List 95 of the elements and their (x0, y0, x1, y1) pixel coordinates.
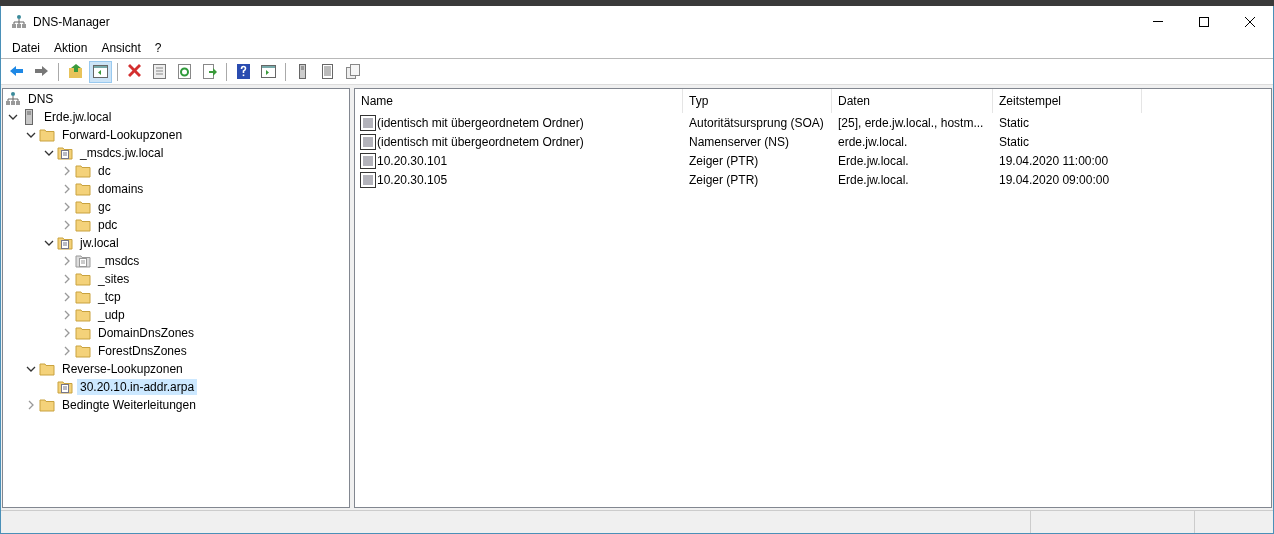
column-header[interactable]: Zeitstempel (993, 89, 1142, 113)
table-cell: Zeiger (PTR) (689, 172, 759, 187)
collapsed-chevron-icon[interactable] (62, 220, 72, 230)
properties-icon (151, 63, 168, 80)
table-cell: 19.04.2020 11:00:00 (999, 153, 1109, 168)
table-cell: Erde.jw.local. (838, 153, 909, 168)
folder-icon (75, 343, 91, 359)
table-cell: erde.jw.local. (838, 134, 908, 149)
tree-item[interactable]: Forward-Lookupzonen (59, 127, 186, 143)
copy-icon (344, 63, 361, 80)
collapsed-chevron-icon[interactable] (62, 166, 72, 176)
folder-icon (75, 199, 91, 215)
expanded-chevron-icon[interactable] (26, 364, 36, 374)
collapsed-chevron-icon[interactable] (62, 184, 72, 194)
tree-item[interactable]: Erde.jw.local (41, 109, 115, 125)
collapsed-chevron-icon[interactable] (62, 202, 72, 212)
table-cell: Static (999, 134, 1029, 149)
refresh-icon (176, 63, 193, 80)
collapsed-chevron-icon[interactable] (26, 400, 36, 410)
tree-item[interactable]: dc (95, 163, 114, 179)
menu-item[interactable]: Datei (5, 40, 47, 55)
menu-item[interactable]: Aktion (47, 40, 95, 55)
table-cell: Erde.jw.local. (838, 172, 909, 187)
column-header[interactable]: Daten (832, 89, 993, 113)
collapsed-chevron-icon[interactable] (62, 274, 72, 284)
zone-icon (75, 253, 91, 269)
table-cell: 10.20.30.101 (377, 153, 448, 168)
expanded-chevron-icon[interactable] (26, 130, 36, 140)
tree-item[interactable]: _msdcs (95, 253, 143, 269)
app-icon (11, 13, 27, 30)
expanded-chevron-icon[interactable] (8, 112, 18, 122)
tree-item[interactable]: ForestDnsZones (95, 343, 190, 359)
tree-item[interactable]: Bedingte Weiterleitungen (59, 397, 199, 413)
tree-item[interactable]: _sites (95, 271, 133, 287)
menu-item[interactable]: Ansicht (94, 40, 148, 55)
table-cell: 10.20.30.105 (377, 172, 448, 187)
tree-item[interactable]: DomainDnsZones (95, 325, 198, 341)
table-cell: (identisch mit übergeordnetem Ordner) (377, 115, 584, 130)
folder-icon (75, 325, 91, 341)
record-icon (360, 152, 376, 169)
tree-item[interactable]: DNS (25, 91, 57, 107)
table-cell: Namenserver (NS) (689, 134, 790, 149)
folder-icon (75, 163, 91, 179)
toolbar-button[interactable] (89, 60, 112, 83)
folder-icon (39, 361, 55, 377)
tree-item[interactable]: _tcp (95, 289, 124, 305)
table-cell: Static (999, 115, 1029, 130)
folder-icon (39, 127, 55, 143)
tree-item[interactable]: _udp (95, 307, 128, 323)
zone-icon (57, 145, 73, 161)
window-title: DNS-Manager (33, 14, 111, 29)
record-icon (360, 171, 376, 188)
record-icon (360, 114, 376, 131)
column-header[interactable]: Name (355, 89, 683, 113)
expanded-chevron-icon[interactable] (44, 238, 54, 248)
delete-icon (126, 63, 143, 80)
tree-item[interactable]: 30.20.10.in-addr.arpa (77, 379, 198, 395)
minimize-icon (1153, 21, 1163, 22)
folder-icon (75, 307, 91, 323)
collapsed-chevron-icon[interactable] (62, 292, 72, 302)
export-icon (201, 63, 218, 80)
folder-icon (75, 217, 91, 233)
tree-item[interactable]: Reverse-Lookupzonen (59, 361, 186, 377)
table-cell: Zeiger (PTR) (689, 153, 759, 168)
up-icon (67, 63, 84, 80)
folder-icon (75, 181, 91, 197)
help-icon (235, 63, 252, 80)
close-icon (1244, 15, 1256, 28)
folder-icon (39, 397, 55, 413)
folder-icon (75, 271, 91, 287)
tree-icon (92, 63, 109, 80)
tree-item[interactable]: pdc (95, 217, 121, 233)
collapsed-chevron-icon[interactable] (62, 256, 72, 266)
tree-item[interactable]: jw.local (77, 235, 122, 251)
menu-item[interactable]: ? (147, 40, 169, 55)
zone-icon (57, 379, 73, 395)
table-cell: [25], erde.jw.local., hostm... (838, 115, 984, 130)
expanded-chevron-icon[interactable] (44, 148, 54, 158)
list-icon (319, 63, 336, 80)
tree-item[interactable]: domains (95, 181, 147, 197)
table-cell: Autoritätsursprung (SOA) (689, 115, 824, 130)
tree-item[interactable]: gc (95, 199, 114, 215)
tree-item[interactable]: _msdcs.jw.local (77, 145, 167, 161)
folder-icon (75, 289, 91, 305)
zone-icon (57, 235, 73, 251)
collapsed-chevron-icon[interactable] (62, 346, 72, 356)
table-cell: 19.04.2020 09:00:00 (999, 172, 1110, 187)
column-header[interactable]: Typ (683, 89, 832, 113)
maximize-icon (1198, 15, 1210, 28)
record-icon (360, 133, 376, 150)
table-cell: (identisch mit übergeordnetem Ordner) (377, 134, 584, 149)
collapsed-chevron-icon[interactable] (62, 310, 72, 320)
network-icon (5, 91, 21, 107)
pane-icon (260, 63, 277, 80)
collapsed-chevron-icon[interactable] (62, 328, 72, 338)
